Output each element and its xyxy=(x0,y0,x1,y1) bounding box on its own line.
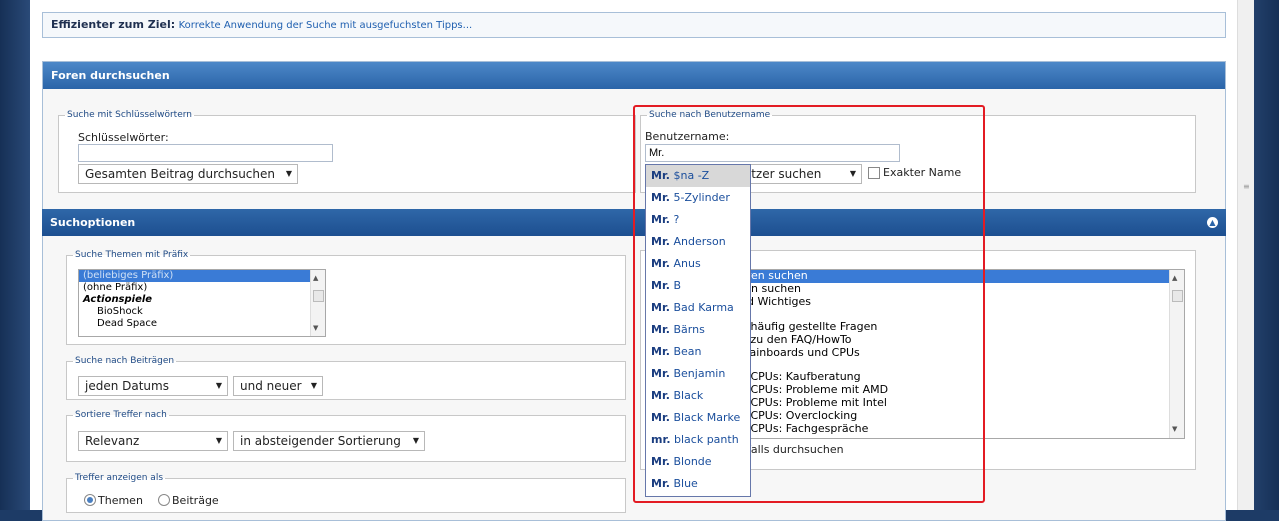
forums-scrollbar[interactable]: ▲ ▼ xyxy=(1169,270,1184,438)
keyword-scope-value: Gesamten Beitrag durchsuchen xyxy=(85,167,276,181)
chevron-down-icon: ▼ xyxy=(412,436,419,445)
list-item[interactable]: (beliebiges Präfix) xyxy=(79,270,325,282)
tip-link[interactable]: Korrekte Anwendung der Suche mit ausgefu… xyxy=(179,20,473,31)
keyword-scope-select[interactable]: Gesamten Beitrag durchsuchen ▼ xyxy=(78,164,298,184)
display-threads-radio[interactable] xyxy=(84,494,96,506)
scroll-grip-icon[interactable]: ≡ xyxy=(1243,182,1250,191)
username-autocomplete[interactable]: Mr. $na -Z Mr. 5-Zylinder Mr. ? Mr. Ande… xyxy=(645,164,751,497)
list-item[interactable]: BioShock xyxy=(79,306,325,318)
autocomplete-item[interactable]: Mr. Black Marke xyxy=(646,407,750,429)
autocomplete-item[interactable]: mr. black panth xyxy=(646,429,750,451)
chevron-down-icon: ▼ xyxy=(215,381,222,390)
display-posts-radio[interactable] xyxy=(158,494,170,506)
scroll-thumb[interactable] xyxy=(1172,290,1183,302)
autocomplete-item[interactable]: Mr. Bad Karma xyxy=(646,297,750,319)
autocomplete-item[interactable]: Mr. Blue xyxy=(646,473,750,495)
tip-bold: Effizienter zum Ziel: xyxy=(51,18,176,31)
keyword-label: Schlüsselwörter: xyxy=(78,131,169,144)
scroll-down-icon[interactable]: ▼ xyxy=(313,322,318,334)
page-background-left xyxy=(0,0,30,510)
sort-field-value: Relevanz xyxy=(85,434,140,448)
sort-legend: Sortiere Treffer nach xyxy=(75,410,167,420)
display-fieldset: Treffer anzeigen als xyxy=(66,473,626,513)
autocomplete-item[interactable]: Mr. Benjamin xyxy=(646,363,750,385)
chevron-down-icon: ▼ xyxy=(310,381,317,390)
autocomplete-item[interactable]: Mr. Blonde xyxy=(646,451,750,473)
list-item: Actionspiele xyxy=(83,294,153,305)
autocomplete-item[interactable]: Mr. Black xyxy=(646,385,750,407)
display-posts-label: Beiträge xyxy=(172,494,219,507)
posts-date-select[interactable]: jeden Datums ▼ xyxy=(78,376,228,396)
sort-field-select[interactable]: Relevanz ▼ xyxy=(78,431,228,451)
list-item[interactable]: Dead Space xyxy=(79,318,325,330)
prefix-scrollbar[interactable]: ▲ ▼ xyxy=(310,270,325,336)
autocomplete-item[interactable]: Mr. $na -Z xyxy=(646,165,750,187)
autocomplete-item[interactable]: Mr. ? xyxy=(646,209,750,231)
autocomplete-item[interactable]: Mr. 5-Zylinder xyxy=(646,187,750,209)
tip-bar: Effizienter zum Ziel: Korrekte Anwendung… xyxy=(42,12,1226,38)
autocomplete-item[interactable]: Mr. Anus xyxy=(646,253,750,275)
keyword-input[interactable] xyxy=(78,144,333,162)
sort-order-value: in absteigender Sortierung xyxy=(240,434,401,448)
chevron-down-icon: ▼ xyxy=(285,169,292,178)
scroll-down-icon[interactable]: ▼ xyxy=(1172,423,1177,436)
display-legend: Treffer anzeigen als xyxy=(75,473,164,483)
autocomplete-item[interactable]: Mr. B xyxy=(646,275,750,297)
scroll-up-icon[interactable]: ▲ xyxy=(1172,272,1177,285)
sort-order-select[interactable]: in absteigender Sortierung ▼ xyxy=(233,431,425,451)
posts-date-value: jeden Datums xyxy=(85,379,169,393)
posts-dir-value: und neuer xyxy=(240,379,302,393)
collapse-icon[interactable]: ▲ xyxy=(1207,217,1218,228)
scroll-thumb[interactable] xyxy=(313,290,324,302)
page-scrollbar[interactable]: ≡ xyxy=(1237,0,1254,510)
scroll-up-icon[interactable]: ▲ xyxy=(313,272,318,284)
search-options-title: Suchoptionen xyxy=(50,216,136,229)
posts-legend: Suche nach Beiträgen xyxy=(75,356,175,366)
keyword-legend: Suche mit Schlüsselwörtern xyxy=(67,110,192,120)
prefix-listbox[interactable]: (beliebiges Präfix) (ohne Präfix) Action… xyxy=(78,269,326,337)
panel-title: Foren durchsuchen xyxy=(43,62,1225,89)
autocomplete-item[interactable]: Mr. Bärns xyxy=(646,319,750,341)
autocomplete-item[interactable]: Mr. Anderson xyxy=(646,231,750,253)
prefix-legend: Suche Themen mit Präfix xyxy=(75,250,189,260)
display-threads-label: Themen xyxy=(98,494,143,507)
autocomplete-item[interactable]: Mr. Bean xyxy=(646,341,750,363)
posts-dir-select[interactable]: und neuer ▼ xyxy=(233,376,323,396)
list-item[interactable]: (ohne Präfix) xyxy=(79,282,325,294)
chevron-down-icon: ▼ xyxy=(215,436,222,445)
